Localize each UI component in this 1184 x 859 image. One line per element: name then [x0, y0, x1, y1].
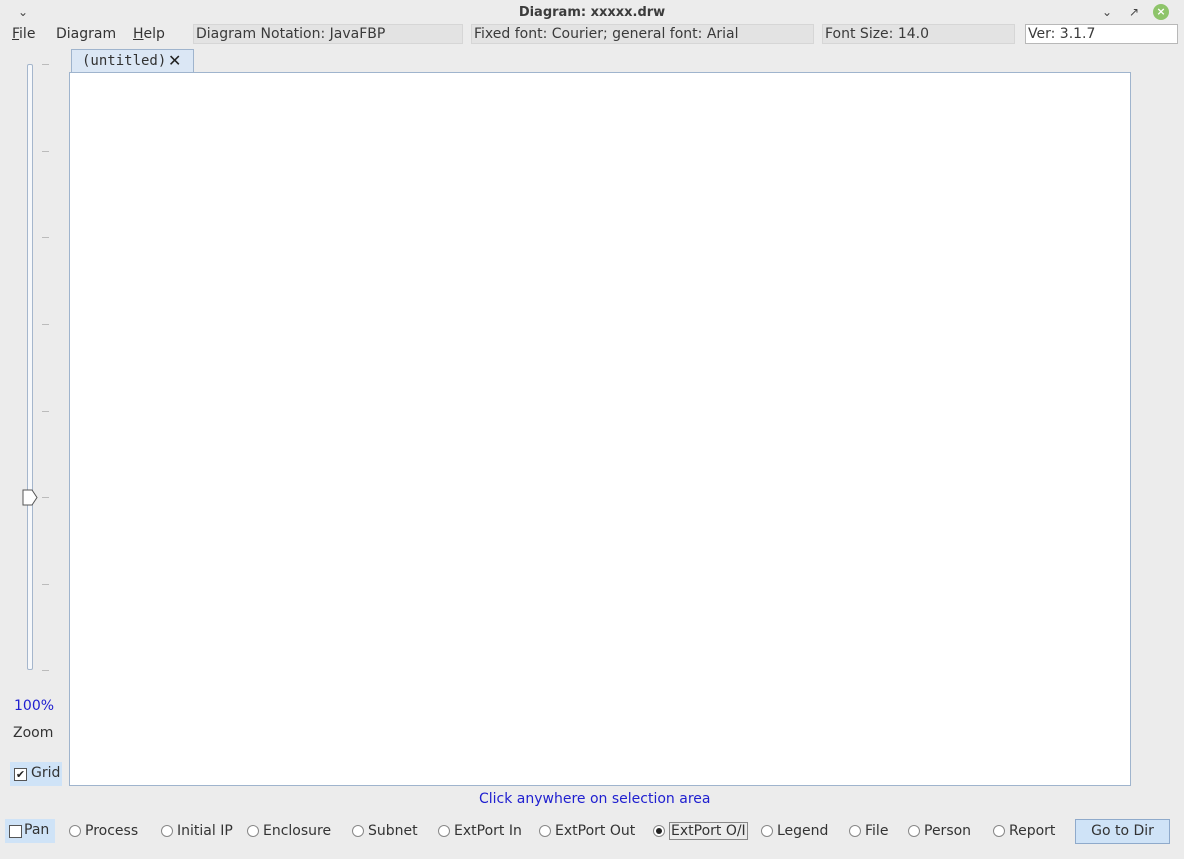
pan-toggle[interactable]: Pan	[5, 819, 55, 843]
zoom-slider-handle[interactable]	[22, 489, 38, 506]
radio-label: Process	[85, 823, 139, 839]
grid-checkbox[interactable]: ✔	[14, 768, 27, 781]
menu-file[interactable]: File	[12, 26, 35, 42]
radio-dot[interactable]	[908, 825, 920, 837]
menu-help[interactable]: Help	[133, 26, 165, 42]
pan-checkbox[interactable]	[9, 825, 22, 838]
diagram-notation-field: Diagram Notation: JavaFBP	[193, 24, 463, 44]
close-icon[interactable]: ×	[1153, 4, 1169, 20]
block-type-toolbar: Pan Process Initial IP Enclosure Subnet …	[0, 817, 1184, 845]
radio-dot[interactable]	[653, 825, 665, 837]
tab-untitled[interactable]: (untitled) ✕	[71, 49, 194, 72]
zoom-slider-tick	[42, 411, 49, 412]
diagram-canvas[interactable]	[69, 72, 1131, 786]
version-field: Ver: 3.1.7	[1025, 24, 1178, 44]
zoom-slider-tick	[42, 64, 49, 65]
radio-label: ExtPort In	[454, 823, 522, 839]
radio-label: ExtPort O/I	[669, 822, 748, 840]
radio-dot[interactable]	[539, 825, 551, 837]
tab-label: (untitled)	[82, 53, 167, 69]
radio-dot[interactable]	[993, 825, 1005, 837]
zoom-slider-tick	[42, 237, 49, 238]
radio-dot[interactable]	[438, 825, 450, 837]
radio-dot[interactable]	[69, 825, 81, 837]
radio-dot[interactable]	[761, 825, 773, 837]
title-bar: ⌄ Diagram: xxxxx.drw ⌄ ↗ ×	[0, 0, 1184, 24]
status-hint: Click anywhere on selection area	[479, 791, 711, 807]
pan-label: Pan	[24, 822, 50, 838]
zoom-value: 100%	[14, 698, 55, 714]
zoom-slider-tick	[42, 324, 49, 325]
zoom-slider-tick	[42, 670, 49, 671]
radio-label: File	[865, 823, 889, 839]
radio-label: ExtPort Out	[555, 823, 636, 839]
minimize-icon[interactable]: ⌄	[1098, 3, 1116, 21]
radio-dot[interactable]	[352, 825, 364, 837]
zoom-label: Zoom	[13, 725, 54, 741]
font-info-field: Fixed font: Courier; general font: Arial	[471, 24, 814, 44]
go-to-dir-button[interactable]: Go to Dir	[1075, 819, 1170, 844]
radio-dot[interactable]	[849, 825, 861, 837]
radio-label: Report	[1009, 823, 1056, 839]
tab-close-icon[interactable]: ✕	[168, 51, 181, 70]
zoom-slider-tick	[42, 584, 49, 585]
menu-bar: File Diagram Help Diagram Notation: Java…	[0, 24, 1184, 46]
zoom-slider-track[interactable]	[27, 64, 33, 670]
zoom-slider-tick	[42, 497, 49, 498]
radio-label: Enclosure	[263, 823, 332, 839]
radio-dot[interactable]	[247, 825, 259, 837]
radio-label: Subnet	[368, 823, 418, 839]
maximize-icon[interactable]: ↗	[1125, 3, 1143, 21]
radio-dot[interactable]	[161, 825, 173, 837]
grid-toggle[interactable]: ✔ Grid	[10, 762, 62, 786]
font-size-field: Font Size: 14.0	[822, 24, 1015, 44]
window-title: Diagram: xxxxx.drw	[518, 5, 666, 20]
radio-label: Initial IP	[177, 823, 233, 839]
radio-label: Legend	[777, 823, 829, 839]
zoom-slider-tick	[42, 151, 49, 152]
grid-label: Grid	[31, 765, 61, 781]
radio-label: Person	[924, 823, 972, 839]
menu-diagram[interactable]: Diagram	[56, 26, 116, 42]
